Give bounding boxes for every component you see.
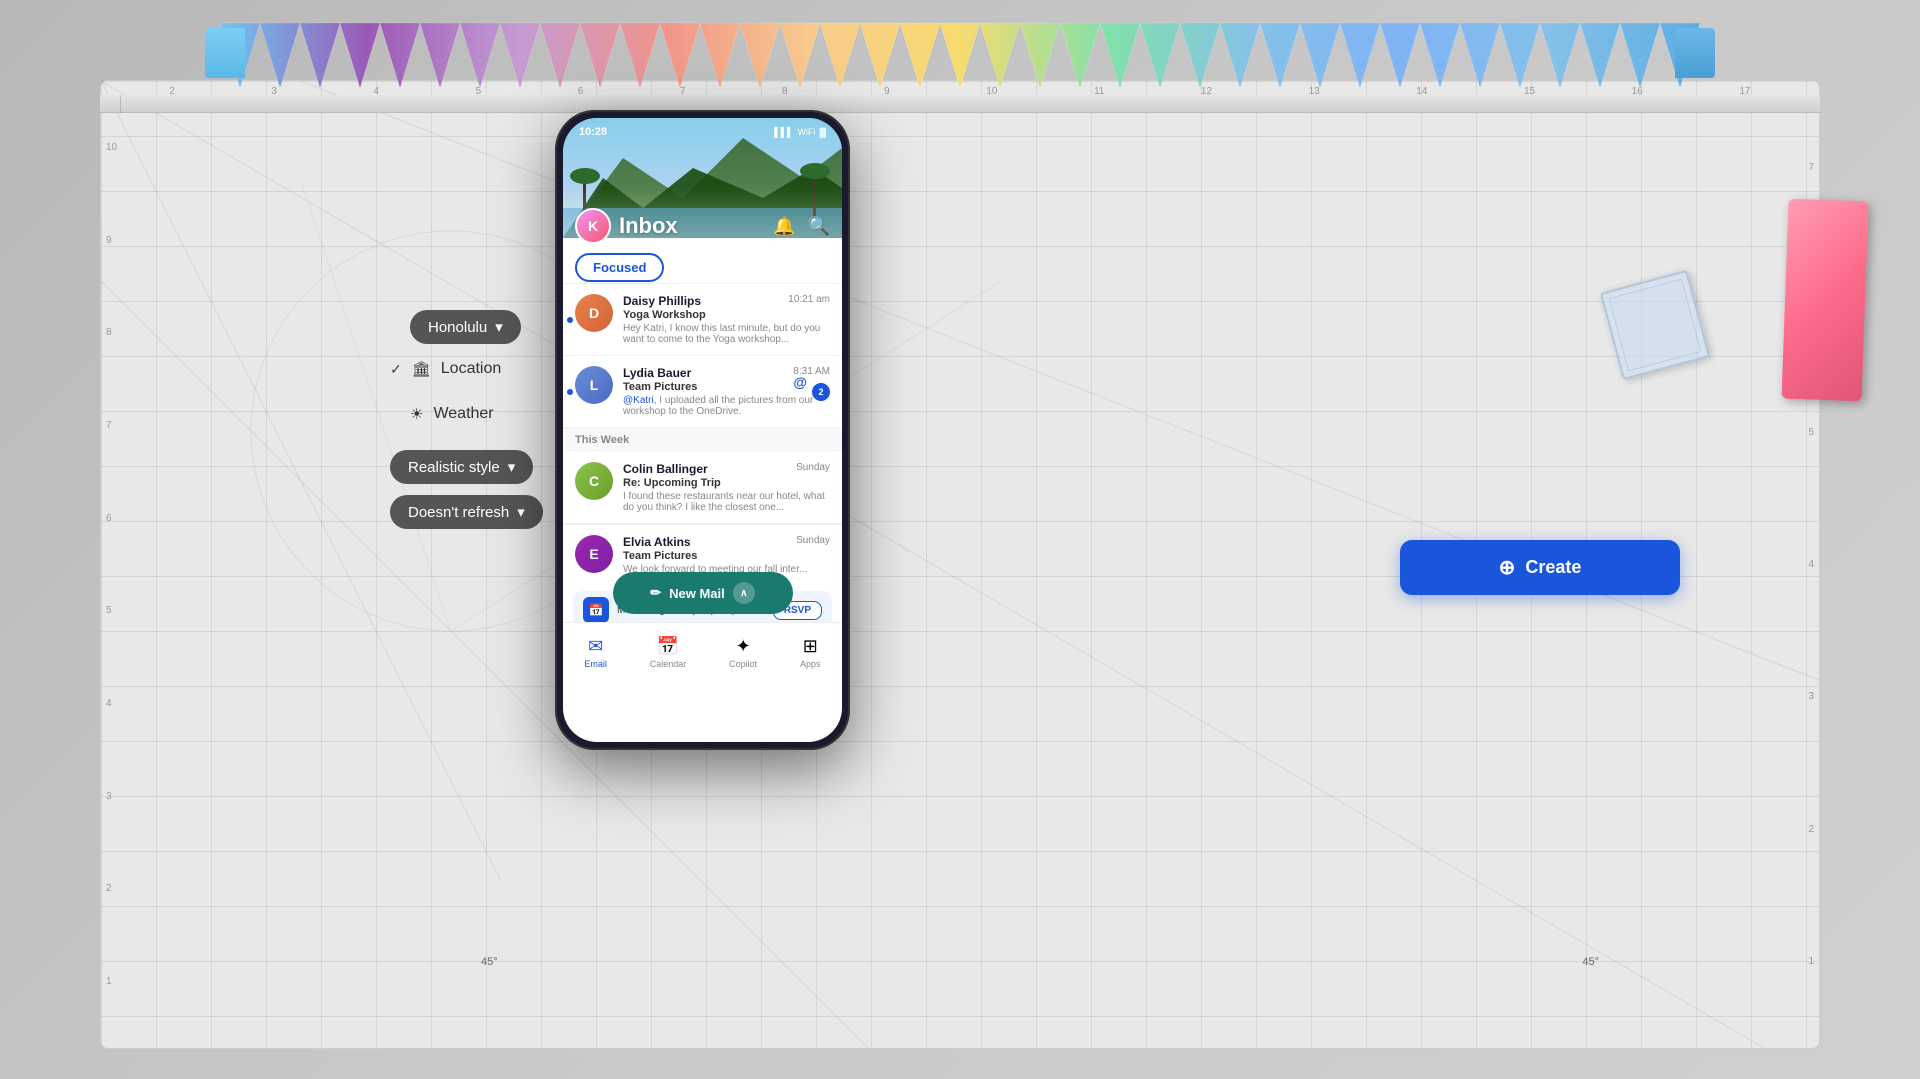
bottom-nav: ✉ Email 📅 Calendar ✦ Copilot ⊞ Apps (563, 622, 842, 682)
preview-colin: I found these restaurants near our hotel… (623, 491, 830, 513)
new-mail-expand-icon[interactable]: ∧ (733, 582, 755, 604)
filter-tabs: Focused Other ≡ Filter (563, 253, 842, 282)
location-checkmark: ✓ (390, 361, 402, 378)
avatar-lydia: L (575, 366, 613, 404)
grid-numbers-left: 10987654321 (106, 81, 117, 1048)
location-icon: 🏛 (412, 360, 431, 378)
new-mail-button[interactable]: ✏ New Mail ∧ (613, 572, 793, 614)
header-area: K Inbox 🔔 🔍 (563, 208, 842, 244)
email-content-elvia: Elvia Atkins Sunday Team Pictures We loo… (623, 535, 830, 575)
preview-lydia: @Katri, I uploaded all the pictures from… (623, 395, 830, 417)
nav-calendar-icon: 📅 (657, 636, 679, 657)
time-elvia: Sunday (796, 535, 830, 546)
ruler-ticks (120, 95, 1800, 113)
header-icons: 🔔 🔍 (773, 216, 830, 237)
status-time: 10:28 (579, 126, 607, 138)
avatar[interactable]: K (575, 208, 611, 244)
nav-email-icon: ✉ (588, 636, 603, 657)
time-daisy: 10:21 am (788, 294, 830, 305)
inbox-title: Inbox (619, 213, 773, 239)
unread-dot-1 (567, 317, 573, 323)
ruler-left-end (205, 28, 245, 78)
honolulu-chevron: ▾ (495, 318, 503, 336)
realistic-style-chevron: ▾ (508, 458, 516, 476)
nav-copilot-icon: ✦ (736, 636, 751, 657)
calendar-icon: 📅 (583, 597, 609, 623)
subject-elvia: Team Pictures (623, 550, 830, 562)
accordion-svg (220, 18, 1700, 98)
doesnt-refresh-label: Doesn't refresh (408, 504, 509, 521)
tab-focused[interactable]: Focused (575, 253, 664, 282)
nav-copilot-label: Copilot (729, 659, 757, 669)
nav-calendar-label: Calendar (650, 659, 687, 669)
realistic-style-button[interactable]: Realistic style ▾ (390, 450, 533, 484)
nav-email-label: Email (584, 659, 607, 669)
honolulu-label: Honolulu (428, 319, 487, 336)
sender-colin: Colin Ballinger (623, 462, 708, 476)
weather-option[interactable]: ☀ Weather (410, 405, 494, 423)
nav-copilot[interactable]: ✦ Copilot (729, 636, 757, 669)
create-button[interactable]: ⊕ Create (1400, 540, 1680, 595)
subject-colin: Re: Upcoming Trip (623, 477, 830, 489)
subject-daisy: Yoga Workshop (623, 309, 830, 321)
pink-eraser (1782, 199, 1869, 402)
tab-other[interactable]: Other (672, 255, 739, 280)
ruler-right-end (1675, 28, 1715, 78)
bell-icon[interactable]: 🔔 (773, 216, 795, 237)
avatar-colin: C (575, 462, 613, 500)
filter-button[interactable]: ≡ Filter (790, 260, 830, 275)
sender-daisy: Daisy Phillips (623, 294, 701, 308)
nav-apps-label: Apps (800, 659, 821, 669)
angle-mark-45: 45° (481, 956, 498, 968)
preview-daisy: Hey Katri, I know this last minute, but … (623, 323, 830, 345)
at-badge: @ (793, 374, 807, 390)
ruler-bottom (100, 95, 1820, 113)
accordion-ruler (220, 18, 1700, 98)
phone-screen: 10:28 ▌▌▌ WiFi ▓ K Inbox 🔔 🔍 Focused (563, 118, 842, 742)
sender-lydia: Lydia Bauer (623, 366, 691, 380)
phone-mockup: 10:28 ▌▌▌ WiFi ▓ K Inbox 🔔 🔍 Focused (555, 110, 850, 750)
doesnt-refresh-button[interactable]: Doesn't refresh ▾ (390, 495, 543, 529)
email-list: D Daisy Phillips 10:21 am Yoga Workshop … (563, 283, 842, 682)
filter-icon: ≡ (790, 260, 798, 275)
angle-mark-45-right: 45° (1582, 956, 1599, 968)
avatar-daisy: D (575, 294, 613, 332)
unread-dot-2 (567, 389, 573, 395)
nav-email[interactable]: ✉ Email (584, 636, 607, 669)
week-divider: This Week (563, 428, 842, 452)
search-icon[interactable]: 🔍 (808, 216, 830, 237)
wifi-icon: WiFi (797, 127, 815, 137)
nav-apps[interactable]: ⊞ Apps (800, 636, 821, 669)
realistic-style-label: Realistic style (408, 459, 500, 476)
mention-badge: 2 (812, 383, 830, 401)
location-label: Location (441, 360, 502, 378)
email-item-colin[interactable]: C Colin Ballinger Sunday Re: Upcoming Tr… (563, 452, 842, 524)
new-mail-icon: ✏ (650, 585, 661, 601)
honolulu-dropdown[interactable]: Honolulu ▾ (410, 310, 521, 344)
signal-icon: ▌▌▌ (774, 127, 793, 137)
weather-icon: ☀ (410, 405, 423, 423)
nav-calendar[interactable]: 📅 Calendar (650, 636, 687, 669)
weather-label: Weather (433, 405, 493, 423)
create-label: Create (1525, 557, 1581, 578)
nav-apps-icon: ⊞ (803, 636, 818, 657)
doesnt-refresh-chevron: ▾ (517, 503, 525, 521)
battery-icon: ▓ (819, 127, 826, 137)
email-content-daisy: Daisy Phillips 10:21 am Yoga Workshop He… (623, 294, 830, 345)
email-content-colin: Colin Ballinger Sunday Re: Upcoming Trip… (623, 462, 830, 513)
filter-label: Filter (801, 260, 830, 275)
location-option[interactable]: ✓ 🏛 Location (390, 360, 501, 378)
status-icons: ▌▌▌ WiFi ▓ (774, 127, 826, 137)
create-icon: ⊕ (1499, 555, 1516, 580)
sender-elvia: Elvia Atkins (623, 535, 691, 549)
email-item-lydia[interactable]: L Lydia Bauer 8:31 AM Team Pictures @Kat… (563, 356, 842, 428)
time-colin: Sunday (796, 462, 830, 473)
avatar-elvia: E (575, 535, 613, 573)
email-item-daisy[interactable]: D Daisy Phillips 10:21 am Yoga Workshop … (563, 283, 842, 356)
status-bar: 10:28 ▌▌▌ WiFi ▓ (563, 118, 842, 146)
new-mail-label: New Mail (669, 586, 725, 601)
